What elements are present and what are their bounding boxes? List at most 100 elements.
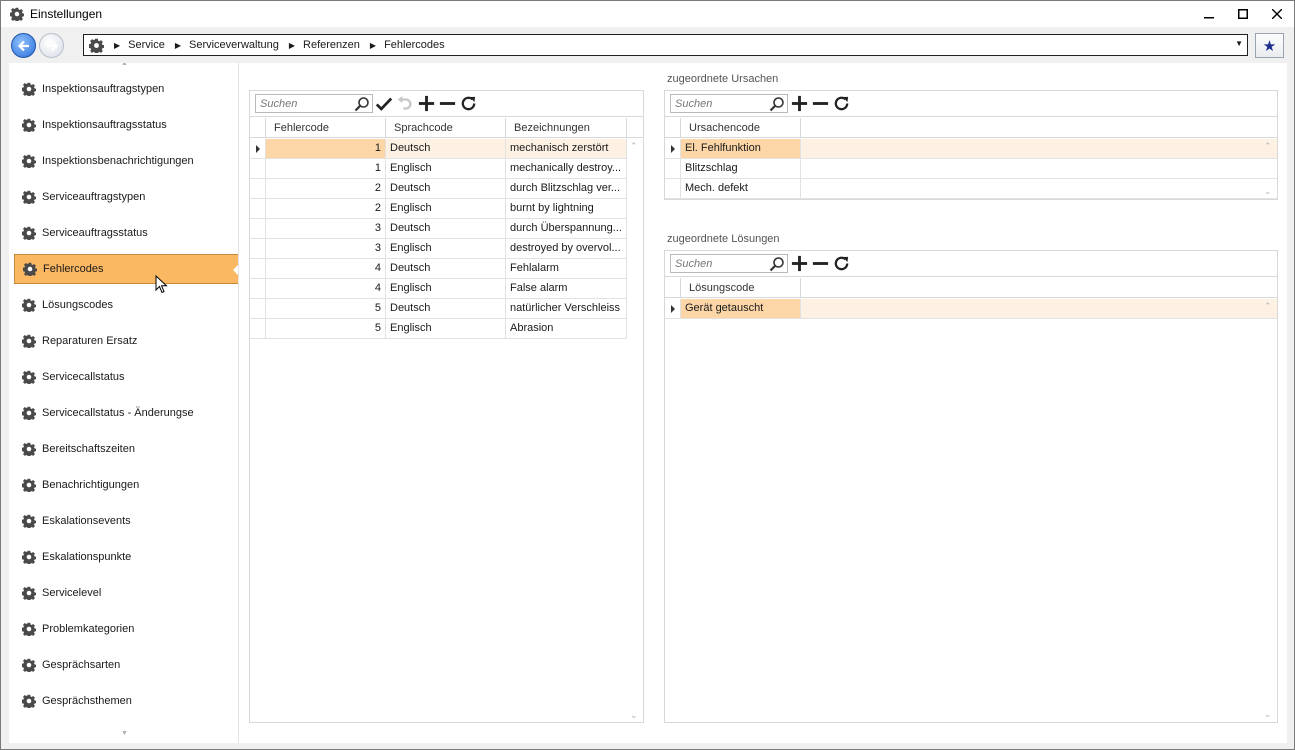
remove-icon[interactable]	[437, 94, 457, 114]
table-cell[interactable]: Englisch	[386, 199, 506, 219]
sidebar-item-serviceauftragsstatus[interactable]: Serviceauftragsstatus	[14, 218, 239, 248]
table-cell[interactable]: burnt by lightning	[506, 199, 627, 219]
sidebar-item-servicelevel[interactable]: Servicelevel	[14, 578, 239, 608]
add-icon[interactable]	[789, 94, 809, 114]
search-icon[interactable]	[354, 96, 370, 112]
sidebar-item-problemkategorien[interactable]: Problemkategorien	[14, 614, 239, 644]
back-button[interactable]	[11, 33, 36, 58]
table-cell[interactable]: 2	[266, 199, 386, 219]
column-header-sprachcode[interactable]: Sprachcode	[386, 118, 506, 138]
sidebar-item-eskalationsevents[interactable]: Eskalationsevents	[14, 506, 239, 536]
maximize-button[interactable]	[1226, 1, 1260, 27]
row-indicator[interactable]	[250, 179, 266, 199]
row-indicator[interactable]	[250, 159, 266, 179]
address-bar[interactable]: ▶ Service ▶ Serviceverwaltung ▶ Referenzen …	[83, 34, 1248, 56]
table-cell[interactable]: mechanically destroy...	[506, 159, 627, 179]
column-header-ursachencode[interactable]: Ursachencode	[681, 118, 801, 138]
search-input[interactable]	[675, 257, 771, 270]
table-cell[interactable]: Deutsch	[386, 299, 506, 319]
search-icon[interactable]	[769, 96, 785, 112]
breadcrumb-referenzen[interactable]: ▶ Referenzen	[279, 39, 360, 51]
table-cell[interactable]: Englisch	[386, 239, 506, 259]
undo-icon[interactable]	[395, 94, 415, 114]
table-row[interactable]: 3 Englisch destroyed by overvol...	[250, 239, 643, 259]
table-cell[interactable]: El. Fehlfunktion	[681, 139, 801, 159]
check-icon[interactable]	[374, 94, 394, 114]
minimize-button[interactable]	[1192, 1, 1226, 27]
table-row[interactable]: Mech. defekt	[665, 179, 1277, 199]
table-cell[interactable]: Englisch	[386, 159, 506, 179]
loesungen-search[interactable]	[670, 254, 788, 273]
chevron-down-icon[interactable]: ▼	[1235, 39, 1243, 48]
column-header-bezeichnungen[interactable]: Bezeichnungen	[506, 118, 627, 138]
sidebar-item-fehlercodes[interactable]: Fehlercodes	[14, 254, 239, 284]
table-cell[interactable]: Mech. defekt	[681, 179, 801, 199]
scroll-down-icon[interactable]: ⌄	[630, 710, 638, 721]
table-cell[interactable]: 1	[266, 159, 386, 179]
scroll-up-icon[interactable]: ▲	[121, 63, 128, 67]
table-cell[interactable]: Deutsch	[386, 179, 506, 199]
table-cell[interactable]: 2	[266, 179, 386, 199]
row-indicator[interactable]	[665, 179, 681, 199]
scroll-up-icon[interactable]: ⌃	[1264, 141, 1272, 152]
table-cell[interactable]: Englisch	[386, 279, 506, 299]
table-cell[interactable]: Englisch	[386, 319, 506, 339]
table-cell[interactable]	[801, 139, 1277, 159]
sidebar-item-inspektionsauftragsstatus[interactable]: Inspektionsauftragsstatus	[14, 110, 239, 140]
breadcrumb-serviceverwaltung[interactable]: ▶ Serviceverwaltung	[165, 39, 279, 51]
fehlercodes-scrollbar[interactable]: ⌃ ⌄	[626, 139, 643, 723]
scroll-down-icon[interactable]: ⌄	[1264, 709, 1272, 720]
table-cell[interactable]: mechanisch zerstört	[506, 139, 627, 159]
row-indicator[interactable]	[665, 159, 681, 179]
table-cell[interactable]: False alarm	[506, 279, 627, 299]
sidebar-item-gespraechsthemen[interactable]: Gesprächsthemen	[14, 686, 239, 716]
table-cell[interactable]: 5	[266, 319, 386, 339]
row-indicator[interactable]	[250, 219, 266, 239]
table-cell[interactable]: 4	[266, 259, 386, 279]
ursachen-scrollbar[interactable]: ⌃ ⌄	[1260, 139, 1277, 199]
table-cell[interactable]: Blitzschlag	[681, 159, 801, 179]
remove-icon[interactable]	[810, 254, 830, 274]
sidebar-item-loesungscodes[interactable]: Lösungscodes	[14, 290, 239, 320]
row-indicator[interactable]	[250, 139, 266, 159]
search-input[interactable]	[675, 97, 771, 110]
table-cell[interactable]: destroyed by overvol...	[506, 239, 627, 259]
close-button[interactable]	[1260, 1, 1294, 27]
refresh-icon[interactable]	[831, 94, 851, 114]
table-row[interactable]: 1 Englisch mechanically destroy...	[250, 159, 643, 179]
table-row[interactable]: El. Fehlfunktion	[665, 139, 1277, 159]
ursachen-search[interactable]	[670, 94, 788, 113]
row-indicator[interactable]	[250, 279, 266, 299]
scroll-down-icon[interactable]: ⌄	[1264, 186, 1272, 197]
sidebar-item-servicecallstatus[interactable]: Servicecallstatus	[14, 362, 239, 392]
sidebar-item-gespraechsarten[interactable]: Gesprächsarten	[14, 650, 239, 680]
scroll-down-icon[interactable]: ▼	[121, 730, 128, 737]
add-icon[interactable]	[416, 94, 436, 114]
table-cell[interactable]: natürlicher Verschleiss	[506, 299, 627, 319]
breadcrumb-service[interactable]: ▶ Service	[104, 39, 165, 51]
table-row[interactable]: 5 Englisch Abrasion	[250, 319, 643, 339]
sidebar-item-bereitschaftszeiten[interactable]: Bereitschaftszeiten	[14, 434, 239, 464]
table-cell[interactable]: 3	[266, 239, 386, 259]
sidebar-item-eskalationspunkte[interactable]: Eskalationspunkte	[14, 542, 239, 572]
table-cell[interactable]: Gerät getauscht	[681, 299, 801, 319]
table-row[interactable]: Blitzschlag	[665, 159, 1277, 179]
search-input[interactable]	[260, 97, 356, 110]
table-cell[interactable]	[801, 179, 1277, 199]
sidebar-item-inspektionsauftragstypen[interactable]: Inspektionsauftragstypen	[14, 74, 239, 104]
remove-icon[interactable]	[810, 94, 830, 114]
row-indicator[interactable]	[665, 139, 681, 159]
table-cell[interactable]: Abrasion	[506, 319, 627, 339]
sidebar-item-inspektionsbenachrichtigungen[interactable]: Inspektionsbenachrichtigungen	[14, 146, 239, 176]
table-cell[interactable]: Deutsch	[386, 139, 506, 159]
table-row[interactable]: Gerät getauscht	[665, 299, 1277, 319]
refresh-icon[interactable]	[458, 94, 478, 114]
row-indicator[interactable]	[250, 259, 266, 279]
forward-button[interactable]	[39, 33, 64, 58]
table-cell[interactable]: 3	[266, 219, 386, 239]
search-icon[interactable]	[769, 256, 785, 272]
table-row[interactable]: 2 Englisch burnt by lightning	[250, 199, 643, 219]
favorite-button[interactable]: ★	[1255, 33, 1284, 58]
table-cell[interactable]: 4	[266, 279, 386, 299]
table-row[interactable]: 4 Englisch False alarm	[250, 279, 643, 299]
